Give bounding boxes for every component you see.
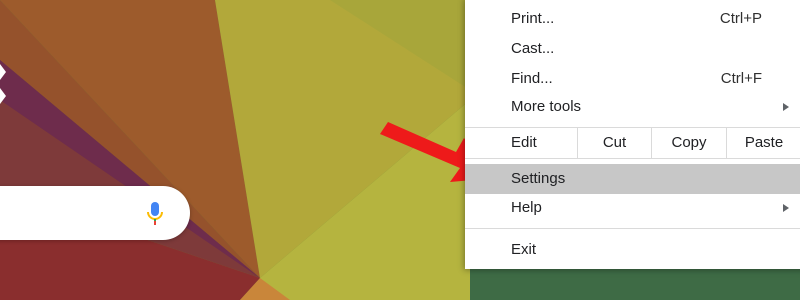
edit-label: Edit: [511, 134, 537, 151]
menu-item-label: Help: [511, 199, 542, 216]
menu-separator: [465, 228, 800, 229]
menu-item-label: More tools: [511, 98, 582, 115]
menu-item-find[interactable]: Find... Ctrl+F: [465, 64, 800, 94]
menu-item-cast[interactable]: Cast...: [465, 34, 800, 64]
menu-item-shortcut: Ctrl+P: [719, 10, 762, 27]
cut-button[interactable]: Cut: [577, 128, 651, 158]
submenu-arrow-icon: [783, 103, 789, 111]
menu-item-print[interactable]: Print... Ctrl+P: [465, 4, 800, 34]
copy-button[interactable]: Copy: [651, 128, 726, 158]
menu-item-label: Find...: [511, 70, 553, 87]
menu-item-exit[interactable]: Exit: [465, 235, 800, 265]
paste-button[interactable]: Paste: [726, 128, 800, 158]
menu-item-shortcut: Ctrl+F: [720, 70, 762, 87]
browser-menu: Print... Ctrl+P Cast... Find... Ctrl+F M…: [465, 0, 800, 269]
menu-item-label: Print...: [511, 10, 555, 27]
menu-item-label: Cast...: [511, 40, 555, 57]
menu-separator: [465, 158, 800, 159]
menu-item-settings[interactable]: Settings: [465, 164, 800, 194]
menu-item-label: Exit: [511, 241, 537, 258]
microphone-icon[interactable]: [145, 201, 165, 227]
page-edge-glyph: [0, 58, 10, 106]
menu-item-help[interactable]: Help: [465, 193, 800, 223]
edit-row: Edit Cut Copy Paste: [465, 128, 800, 158]
submenu-arrow-icon: [783, 204, 789, 212]
menu-item-more-tools[interactable]: More tools: [465, 92, 800, 122]
menu-item-label: Settings: [511, 170, 566, 187]
